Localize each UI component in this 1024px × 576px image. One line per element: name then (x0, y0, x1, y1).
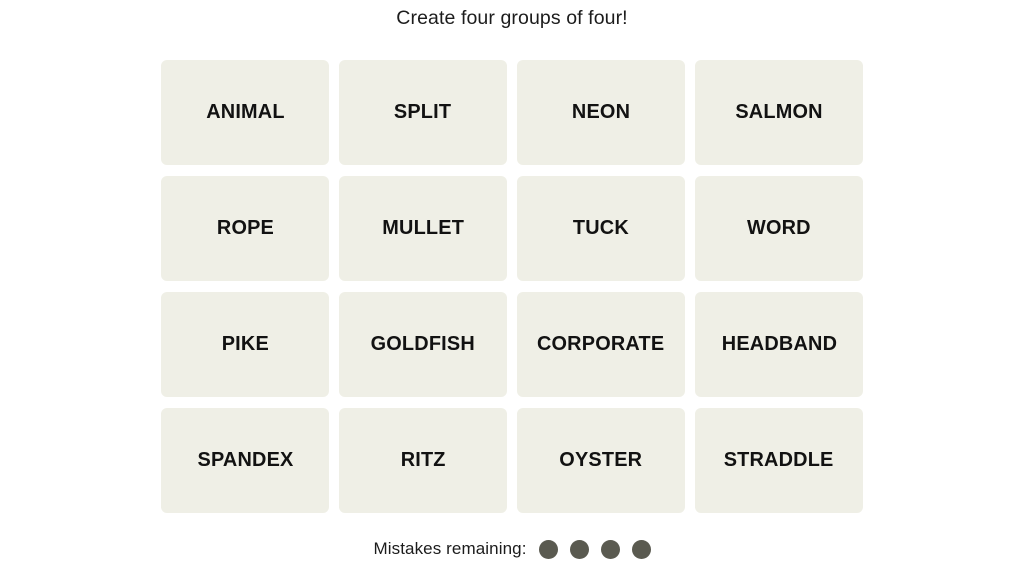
mistake-dot-icon (631, 539, 651, 559)
mistake-dot-icon (600, 539, 620, 559)
mistakes-remaining-row: Mistakes remaining: (0, 536, 1024, 562)
word-tile[interactable]: ROPE (161, 176, 329, 281)
word-tile[interactable]: SALMON (695, 60, 863, 165)
mistakes-remaining-label: Mistakes remaining: (373, 539, 527, 558)
word-tile[interactable]: GOLDFISH (339, 292, 507, 397)
word-tile-label: ANIMAL (205, 100, 285, 124)
word-tile-label: OYSTER (559, 448, 643, 472)
word-tile[interactable]: ANIMAL (161, 60, 329, 165)
word-tile[interactable]: RITZ (339, 408, 507, 513)
word-tile-label: RITZ (400, 448, 446, 472)
word-tile[interactable]: WORD (695, 176, 863, 281)
word-tile-label: HEADBAND (721, 332, 837, 356)
word-tile[interactable]: NEON (517, 60, 685, 165)
word-tile-label: NEON (571, 100, 631, 124)
word-tile-label: SALMON (735, 100, 823, 124)
connections-game: Create four groups of four! ANIMAL SPLIT N… (0, 0, 1024, 576)
word-tile-label: PIKE (221, 332, 269, 356)
word-tile[interactable]: SPLIT (339, 60, 507, 165)
word-tile-label: CORPORATE (537, 332, 665, 356)
word-tile[interactable]: HEADBAND (695, 292, 863, 397)
word-tile[interactable]: TUCK (517, 176, 685, 281)
mistake-dot-icon (569, 539, 589, 559)
word-grid: ANIMAL SPLIT NEON SALMON ROPE MULLET TUCK WORD P… (161, 60, 863, 513)
word-tile[interactable]: MULLET (339, 176, 507, 281)
word-tile-label: STRADDLE (724, 448, 834, 472)
word-tile-label: ROPE (216, 216, 274, 240)
word-tile[interactable]: PIKE (161, 292, 329, 397)
word-tile-label: SPANDEX (196, 448, 294, 472)
word-tile[interactable]: SPANDEX (161, 408, 329, 513)
word-tile-label: MULLET (382, 216, 464, 240)
word-tile-label: TUCK (572, 216, 630, 240)
word-tile[interactable]: CORPORATE (517, 292, 685, 397)
word-tile-label: GOLDFISH (370, 332, 476, 356)
mistake-dots (538, 539, 651, 559)
word-tile[interactable]: STRADDLE (695, 408, 863, 513)
word-tile-label: WORD (747, 216, 811, 240)
word-tile-label: SPLIT (394, 100, 452, 124)
mistake-dot-icon (538, 539, 558, 559)
word-tile[interactable]: OYSTER (517, 408, 685, 513)
page-title: Create four groups of four! (396, 7, 628, 29)
